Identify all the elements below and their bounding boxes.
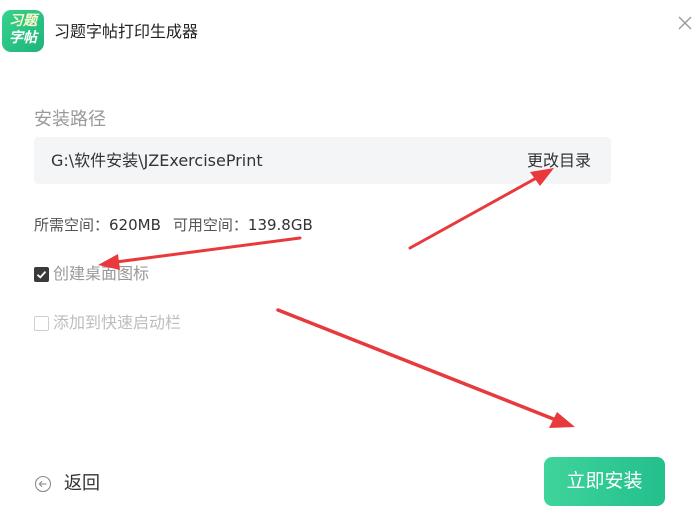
- install-now-button[interactable]: 立即安装: [544, 457, 665, 506]
- app-logo: 习题 字帖: [2, 10, 44, 52]
- install-path-field[interactable]: G:\软件安装\JZExercisePrint 更改目录: [34, 137, 611, 184]
- available-space-label: 可用空间：: [172, 216, 248, 234]
- close-button[interactable]: [674, 12, 696, 34]
- create-desktop-icon-option[interactable]: 创建桌面图标: [34, 264, 149, 284]
- disk-space-info: 所需空间：620MB 可用空间：139.8GB: [34, 215, 325, 235]
- required-space-value: 620MB: [109, 216, 161, 234]
- add-quick-launch-label: 添加到快速启动栏: [53, 313, 182, 332]
- create-desktop-icon-checkbox[interactable]: [34, 266, 49, 282]
- create-desktop-icon-label: 创建桌面图标: [53, 264, 150, 283]
- close-icon: [678, 16, 692, 30]
- back-button[interactable]: 返回: [34, 472, 100, 496]
- add-quick-launch-option[interactable]: 添加到快速启动栏: [34, 313, 181, 333]
- required-space-label: 所需空间：: [34, 216, 110, 234]
- install-path-value: G:\软件安装\JZExercisePrint: [51, 151, 263, 170]
- logo-text-top: 习题: [9, 13, 37, 29]
- installer-window: 习题 字帖 习题字帖打印生成器 安装路径 G:\软件安装\JZExerciseP…: [0, 0, 700, 514]
- arrow-to-install-button: [276, 308, 575, 428]
- back-arrow-icon: [34, 475, 52, 493]
- add-quick-launch-checkbox[interactable]: [34, 315, 49, 331]
- logo-text-bottom: 字帖: [9, 30, 37, 46]
- annotation-arrows: [98, 168, 575, 428]
- checkmark-icon: [36, 270, 47, 279]
- available-space-value: 139.8GB: [247, 216, 313, 234]
- window-title: 习题字帖打印生成器: [54, 22, 199, 41]
- install-path-label: 安装路径: [34, 109, 106, 130]
- back-button-label: 返回: [64, 473, 100, 494]
- change-directory-button[interactable]: 更改目录: [527, 151, 591, 171]
